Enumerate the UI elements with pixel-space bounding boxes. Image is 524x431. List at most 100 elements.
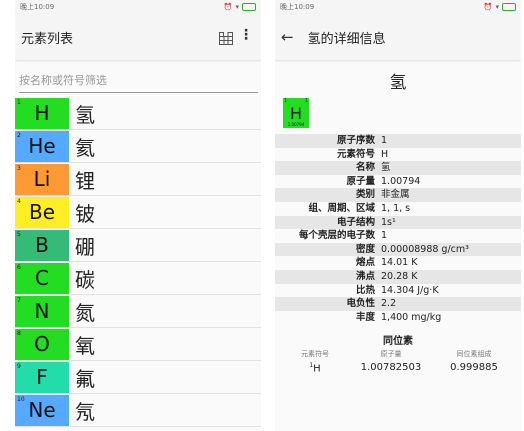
- list-item[interactable]: 1H氢: [15, 97, 261, 130]
- element-symbol: He: [28, 134, 56, 158]
- element-symbol-cell: 9F: [15, 361, 69, 393]
- property-value: 1: [381, 135, 388, 146]
- isotope-rows: 1H 1.00782503 0.999885: [275, 362, 521, 374]
- list-item[interactable]: 4 Be 铍: [15, 196, 261, 229]
- element-symbol-cell: 3 Li: [15, 163, 69, 195]
- isotope-element-symbol: H: [313, 363, 321, 375]
- tile-mass: 1.00794: [287, 122, 305, 127]
- app-bar: ← 氢的详细信息: [275, 14, 521, 60]
- list-item[interactable]: 3 Li 锂: [15, 163, 261, 196]
- element-name: 氖: [75, 399, 95, 424]
- element-symbol-cell: 7N: [15, 295, 69, 327]
- tile-symbol: H: [289, 104, 303, 123]
- property-row: 沸点 20.28 K: [275, 269, 521, 284]
- property-label: 名称: [355, 162, 375, 174]
- property-label: 丰度: [355, 311, 375, 323]
- back-arrow-icon[interactable]: ←: [281, 28, 294, 46]
- element-symbol-cell: 8O: [15, 328, 69, 360]
- element-number: 7: [17, 296, 21, 304]
- property-value: 氢: [381, 162, 391, 174]
- alarm-icon: ⏰: [223, 3, 233, 11]
- property-row: 比热 14.304 J/g·K: [275, 284, 521, 298]
- property-value: 1: [381, 230, 388, 242]
- element-list-screen: 晚上10:09 ⏰ ▾ 元素列表 ⋮ 按名称或符号筛选 1 H 氢 2 He 氦 3 Li 锂 4…: [15, 0, 261, 431]
- battery-icon: [502, 3, 516, 11]
- property-row: 原子量 1.00794: [275, 175, 521, 189]
- property-value: H: [381, 148, 389, 160]
- property-label: 类别: [355, 189, 375, 201]
- property-row: 类别 非金属: [275, 188, 521, 202]
- element-list: 1 H 氢 2 He 氦 3 Li 锂 4 Be 铍 5 B 硼 6 C 碳 7 N 氮 8 O 氧 9 F 氟 10 Ne 氖: [15, 97, 261, 427]
- property-value: 1.00794: [381, 175, 421, 187]
- element-symbol-cell: 6C: [15, 262, 69, 294]
- page-title: 元素列表: [21, 31, 74, 47]
- element-symbol-cell: 4 Be: [15, 196, 69, 228]
- periodic-table-icon[interactable]: [219, 30, 233, 49]
- element-symbol: C: [35, 266, 49, 290]
- alarm-icon: ⏰: [483, 3, 493, 11]
- filter-input[interactable]: 按名称或符号筛选: [19, 70, 258, 93]
- property-label: 原子序数: [336, 135, 375, 146]
- list-item[interactable]: 6C碳: [15, 262, 261, 295]
- property-value: 0.00008988 g/cm³: [381, 243, 469, 255]
- isotope-col-mass: 原子量: [380, 350, 402, 359]
- element-number: 1: [17, 98, 21, 106]
- property-label: 沸点: [355, 270, 375, 282]
- element-number: 8: [17, 329, 21, 337]
- property-row: 电子结构 1s¹: [275, 215, 521, 230]
- element-number: 10: [17, 395, 25, 403]
- property-row: 元素符号 H: [275, 148, 521, 162]
- status-bar: 晚上10:09 ⏰ ▾: [275, 0, 521, 14]
- property-value: 1s¹: [381, 216, 396, 228]
- status-icons: ⏰ ▾: [224, 3, 256, 11]
- element-symbol: H: [34, 101, 50, 125]
- list-item[interactable]: 9F氟: [15, 361, 261, 394]
- property-label: 每个壳层的电子数: [298, 230, 375, 242]
- list-item[interactable]: 10 Ne 氖: [15, 394, 261, 427]
- list-item[interactable]: 2 He 氦: [15, 130, 261, 163]
- isotope-col-symbol: 元素符号: [301, 350, 329, 359]
- element-symbol: Be: [28, 200, 56, 224]
- element-symbol-cell: 2 He: [15, 130, 69, 162]
- element-symbol: N: [34, 299, 50, 323]
- property-row: 每个壳层的电子数 1: [275, 229, 521, 243]
- property-label: 组、周期、区域: [308, 202, 375, 214]
- isotope-mass: 1.00782503: [360, 362, 422, 374]
- element-symbol: O: [34, 332, 50, 356]
- property-row: 电负性 2.2: [275, 297, 521, 311]
- status-time: 晚上10:09: [280, 3, 315, 11]
- property-label: 熔点: [355, 257, 375, 269]
- properties-table: 原子序数 1 元素符号 H 名称氢原子量 1.00794 类别 非金属 组、周期、区域 1, 1,…: [275, 134, 521, 324]
- element-name: 氢: [75, 102, 95, 127]
- property-row: 丰度 1,400 mg/kg: [275, 311, 521, 325]
- list-item[interactable]: 8O氧: [15, 328, 261, 361]
- element-number: 5: [17, 230, 21, 238]
- element-symbol-cell: 10 Ne: [15, 394, 69, 426]
- element-symbol: F: [36, 365, 48, 389]
- element-detail-screen: 晚上10:09 ⏰ ▾ ← 氢的详细信息 氢 1 1 H 1.00794 原子序…: [275, 0, 521, 431]
- isotope-col-composition: 同位素组成: [456, 350, 492, 359]
- isotopes-heading: 同位素: [383, 336, 413, 348]
- status-time: 晚上10:09: [20, 3, 55, 11]
- list-item[interactable]: 7N氮: [15, 295, 261, 328]
- element-name: 碳: [75, 267, 95, 292]
- list-item[interactable]: 5B硼: [15, 229, 261, 262]
- property-value: 非金属: [381, 189, 410, 201]
- property-label: 原子量: [346, 175, 375, 187]
- more-options-icon[interactable]: ⋮: [239, 27, 253, 43]
- property-value: 2.2: [381, 298, 397, 310]
- element-name: 硼: [75, 234, 95, 259]
- property-label: 密度: [355, 243, 375, 255]
- element-number: 9: [17, 362, 21, 370]
- property-value: 14.304 J/g·K: [381, 284, 439, 296]
- property-value: 14.01 K: [381, 257, 418, 269]
- element-tile: 1 1 H 1.00794: [283, 98, 309, 128]
- element-name: 氦: [75, 135, 95, 160]
- property-row: 组、周期、区域 1, 1, s: [275, 202, 521, 216]
- element-symbol-cell: 1H: [15, 97, 69, 129]
- app-bar: 元素列表 ⋮: [15, 14, 261, 60]
- element-name: 铍: [75, 201, 95, 226]
- status-icons: ⏰ ▾: [484, 3, 516, 11]
- property-row: 熔点 14.01 K: [275, 256, 521, 270]
- page-title: 氢的详细信息: [307, 31, 386, 47]
